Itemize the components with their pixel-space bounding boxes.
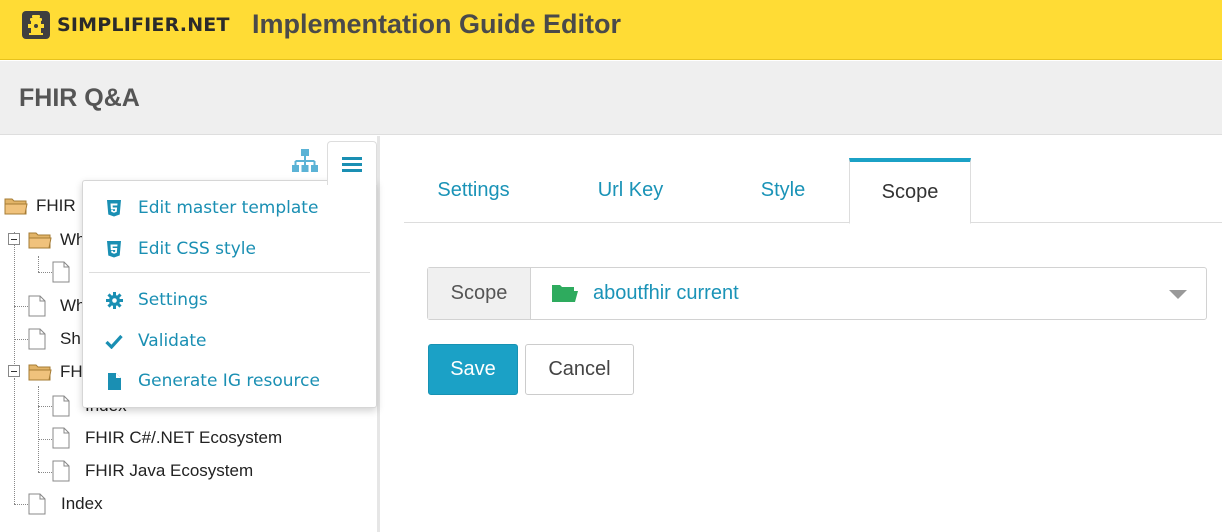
actions-dropdown-menu: Edit master template Edit CSS style Sett… — [82, 180, 377, 408]
page-icon — [52, 460, 70, 482]
tree-line — [38, 256, 39, 272]
tab-style[interactable]: Style — [718, 158, 848, 223]
page-icon — [52, 261, 70, 283]
fire-hydrant-icon — [22, 11, 50, 39]
menu-divider — [89, 272, 370, 273]
tree-node-label: FH — [60, 362, 83, 381]
gear-icon — [105, 291, 123, 309]
tab-settings[interactable]: Settings — [404, 158, 543, 223]
tab-label: Url Key — [597, 179, 664, 201]
tree-node-label: Index — [61, 494, 103, 513]
top-header-bar: SIMPLIFIER.NET Implementation Guide Edit… — [0, 0, 1222, 60]
menu-item-label: Generate IG resource — [138, 371, 320, 391]
file-icon — [105, 372, 123, 390]
tree-node-label: FHIR C#/.NET Ecosystem — [85, 428, 283, 447]
hamburger-icon — [342, 156, 362, 172]
tree-node-page[interactable] — [52, 260, 78, 284]
tree-line — [38, 406, 52, 407]
tree-node-page[interactable]: Sh — [28, 327, 81, 351]
scope-label: Scope — [428, 268, 531, 319]
tab-label: Style — [760, 179, 806, 201]
project-title: FHIR Q&A — [19, 84, 140, 112]
tab-scope[interactable]: Scope — [849, 158, 971, 224]
sitemap-icon[interactable] — [291, 148, 319, 174]
check-icon — [105, 332, 123, 350]
folder-open-icon — [552, 285, 578, 302]
menu-item-edit-css-style[interactable]: Edit CSS style — [83, 230, 376, 268]
tree-node-page[interactable]: Wh — [28, 294, 86, 318]
menu-item-generate-ig-resource[interactable]: Generate IG resource — [83, 362, 376, 400]
cancel-button[interactable]: Cancel — [525, 344, 634, 395]
app-title: Implementation Guide Editor — [252, 9, 622, 39]
editor-tabs: Settings Url Key Style Scope — [404, 158, 1222, 224]
page-icon — [52, 395, 70, 417]
tab-url-key[interactable]: Url Key — [543, 158, 718, 223]
chevron-down-icon — [1169, 290, 1187, 299]
folder-open-icon — [4, 198, 28, 215]
collapse-toggle-icon[interactable] — [8, 365, 20, 377]
tree-line — [14, 306, 28, 307]
tree-line — [38, 272, 52, 273]
menu-item-label: Edit master template — [138, 198, 319, 218]
collapse-toggle-icon[interactable] — [8, 233, 20, 245]
menu-item-label: Settings — [138, 290, 208, 310]
tree-node-label: Sh — [60, 329, 81, 348]
folder-open-icon — [28, 364, 52, 381]
menu-item-edit-master-template[interactable]: Edit master template — [83, 189, 376, 227]
scope-input-group: Scope aboutfhir current — [427, 267, 1207, 320]
tree-line — [38, 386, 39, 472]
page-icon — [28, 493, 46, 515]
tree-line — [38, 439, 52, 440]
menu-toggle-button[interactable] — [327, 141, 377, 185]
html5-icon — [105, 199, 123, 217]
tree-node-page[interactable]: FHIR Java Ecosystem — [52, 459, 253, 483]
tree-line — [14, 378, 15, 504]
tree-line — [38, 472, 52, 473]
menu-item-label: Validate — [138, 331, 207, 351]
tree-node-label: FHIR — [36, 196, 76, 215]
project-header: FHIR Q&A — [0, 61, 1222, 135]
tab-label: Settings — [437, 179, 510, 201]
tree-node-folder[interactable]: FH — [28, 360, 83, 384]
tree-node-label: FHIR Java Ecosystem — [85, 461, 254, 480]
tab-label: Scope — [881, 181, 939, 203]
folder-open-icon — [28, 232, 52, 249]
logo-text: SIMPLIFIER.NET — [57, 14, 230, 36]
scope-select[interactable]: aboutfhir current — [531, 268, 1206, 319]
menu-item-label: Edit CSS style — [138, 239, 256, 259]
tree-line — [14, 232, 15, 364]
save-button[interactable]: Save — [428, 344, 518, 395]
scope-value: aboutfhir current — [593, 282, 739, 304]
simplifier-logo[interactable]: SIMPLIFIER.NET — [22, 10, 230, 40]
page-icon — [28, 295, 46, 317]
tree-node-folder[interactable]: FHIR — [4, 194, 76, 218]
page-icon — [52, 427, 70, 449]
css3-icon — [105, 240, 123, 258]
tree-node-page[interactable]: FHIR C#/.NET Ecosystem — [52, 426, 282, 450]
tree-line — [14, 339, 28, 340]
menu-item-validate[interactable]: Validate — [83, 322, 376, 360]
tree-node-folder[interactable]: Wh — [28, 228, 86, 252]
page-icon — [28, 328, 46, 350]
tree-node-page[interactable]: Index — [28, 492, 103, 516]
menu-item-settings[interactable]: Settings — [83, 281, 376, 319]
tree-line — [14, 504, 28, 505]
